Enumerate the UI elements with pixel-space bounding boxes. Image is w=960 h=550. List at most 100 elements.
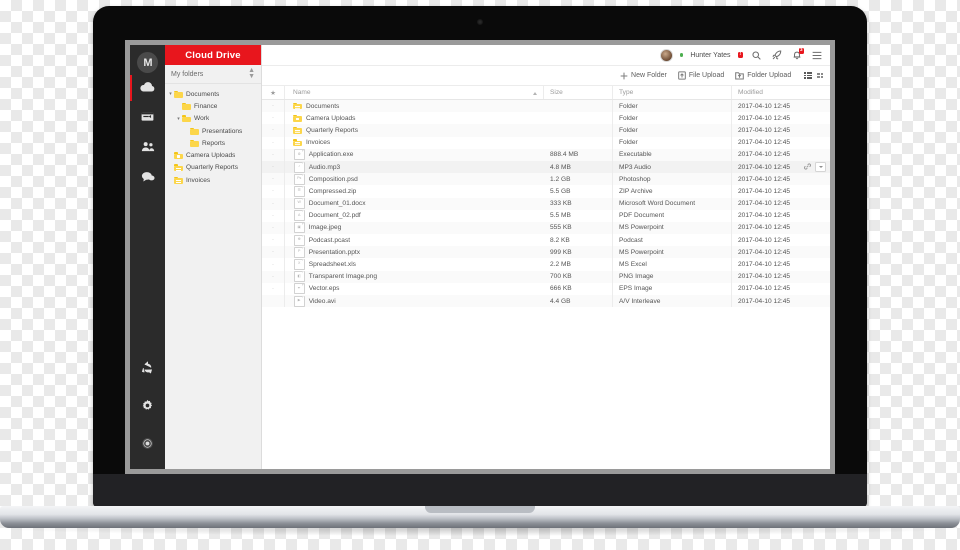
row-star-toggle[interactable]: · <box>262 173 285 186</box>
tree-caret-icon[interactable]: ▾ <box>167 91 174 97</box>
file-table: ★ Name Size Type Modified · Documents Fold… <box>262 85 830 469</box>
folder-icon <box>293 126 302 135</box>
row-name-cell[interactable]: Documents <box>285 102 550 111</box>
row-star-toggle[interactable]: · <box>262 112 285 125</box>
row-star-toggle[interactable]: · <box>262 124 285 137</box>
tree-item[interactable]: ▾ Work <box>165 113 261 125</box>
row-name-cell[interactable]: Invoices <box>285 138 550 147</box>
row-name-cell[interactable]: ◧ Transparent Image.png <box>285 271 550 283</box>
table-row[interactable]: · A Document_02.pdf 5.5 MB PDF Document 2017-… <box>262 209 830 222</box>
rail-item-cloud-drive[interactable] <box>130 73 165 103</box>
row-name-label: Video.avi <box>308 297 336 305</box>
row-star-toggle[interactable]: · <box>262 282 285 295</box>
row-name-cell[interactable]: ▣ Image.jpeg <box>285 222 550 234</box>
row-star-toggle[interactable]: · <box>262 148 285 161</box>
row-star-toggle[interactable]: · <box>262 136 285 149</box>
rail-item-account[interactable] <box>130 431 165 469</box>
column-size[interactable]: Size <box>543 86 612 99</box>
tree-item[interactable]: ▾Quarterly Reports <box>165 162 261 174</box>
rocket-icon[interactable] <box>770 49 783 62</box>
folder-upload-button[interactable]: Folder Upload <box>735 71 791 80</box>
tree-item[interactable]: ▾Finance <box>165 100 261 112</box>
file-upload-button[interactable]: File Upload <box>677 71 724 80</box>
row-star-toggle[interactable]: · <box>262 221 285 235</box>
table-row[interactable]: · ☸ Podcast.pcast 8.2 KB Podcast 2017-04-10 1… <box>262 234 830 247</box>
row-name-label: Invoices <box>306 139 331 147</box>
column-modified[interactable]: Modified <box>731 86 830 99</box>
tree-item[interactable]: ▾Invoices <box>165 174 261 186</box>
table-row[interactable]: · ◧ Transparent Image.png 700 KB PNG Image 20… <box>262 270 830 283</box>
row-name-cell[interactable]: ✒ Vector.eps <box>285 283 550 295</box>
table-row[interactable]: · X Spreadsheet.xls 2.2 MB MS Excel 2017-04-1… <box>262 258 830 271</box>
column-star[interactable]: ★ <box>262 86 285 99</box>
row-star-toggle[interactable] <box>262 295 285 308</box>
row-star-toggle[interactable]: · <box>262 100 285 113</box>
app-logo[interactable]: M <box>137 52 158 73</box>
new-folder-button[interactable]: New Folder <box>620 72 667 80</box>
row-name-label: Application.exe <box>308 151 354 159</box>
rail-item-inbox[interactable] <box>130 103 165 133</box>
table-row[interactable]: · Quarterly Reports Folder 2017-04-10 12:45 <box>262 124 830 137</box>
table-row[interactable]: · Ps Composition.psd 1.2 GB Photoshop 2017-04… <box>262 173 830 186</box>
table-row[interactable]: · ♪ Audio.mp3 4.8 MB MP3 Audio 2017-04-10 12:… <box>262 160 830 174</box>
column-type[interactable]: Type <box>612 86 731 99</box>
row-name-cell[interactable]: ☸ Podcast.pcast <box>285 234 550 246</box>
search-icon[interactable] <box>750 49 763 62</box>
row-name-cell[interactable]: X Spreadsheet.xls <box>285 259 550 271</box>
grid-view-toggle[interactable] <box>817 72 823 79</box>
row-name-cell[interactable]: W Document_01.docx <box>285 198 550 210</box>
row-name-cell[interactable]: A Document_02.pdf <box>285 210 550 222</box>
row-star-toggle[interactable]: · <box>262 270 285 283</box>
table-row[interactable]: ▶ Video.avi 4.4 GB A/V Interleave 2017-04-10… <box>262 295 830 308</box>
row-name-cell[interactable]: ▶ Video.avi <box>285 295 550 307</box>
rail-item-chat[interactable] <box>130 163 165 193</box>
table-row[interactable]: · Documents Folder 2017-04-10 12:45 <box>262 100 830 113</box>
rail-item-sync[interactable] <box>130 355 165 393</box>
row-name-cell[interactable]: Camera Uploads <box>285 114 550 123</box>
tree-item-label: Work <box>194 115 210 123</box>
contacts-icon <box>141 139 155 157</box>
row-star-toggle[interactable]: · <box>262 160 285 174</box>
user-alert-badge[interactable]: ! <box>737 52 743 59</box>
notification-badge: 3 <box>798 47 804 54</box>
table-row[interactable]: · Invoices Folder 2017-04-10 12:45 <box>262 136 830 149</box>
tree-item[interactable]: ▾Reports <box>165 137 261 149</box>
row-star-toggle[interactable]: · <box>262 197 285 210</box>
row-menu-button[interactable] <box>815 162 826 173</box>
rail-item-contacts[interactable] <box>130 133 165 163</box>
row-star-toggle[interactable]: · <box>262 185 285 198</box>
bell-icon[interactable]: 3 <box>790 47 804 62</box>
row-name-cell[interactable]: ♪ Audio.mp3 <box>285 161 550 173</box>
row-name-cell[interactable]: P Presentation.pptx <box>285 246 550 258</box>
row-star-toggle[interactable]: · <box>262 258 285 271</box>
link-icon[interactable] <box>803 162 812 172</box>
table-row[interactable]: · ☰ Compressed.zip 5.5 GB ZIP Archive 2017-04… <box>262 185 830 198</box>
table-row[interactable]: · ⚙ Application.exe 888.4 MB Executable 2017-… <box>262 148 830 161</box>
my-folders-header[interactable]: My folders ▲ ▼ <box>165 65 261 84</box>
tree-item[interactable]: ▾Presentations <box>165 125 261 137</box>
tree-item[interactable]: ▾Camera Uploads <box>165 149 261 161</box>
avatar[interactable] <box>659 48 673 62</box>
row-name-label: Transparent Image.png <box>308 273 377 281</box>
row-star-toggle[interactable]: · <box>262 209 285 222</box>
rail-item-settings[interactable] <box>130 393 165 431</box>
table-row[interactable]: · Camera Uploads Folder 2017-04-10 12:45 <box>262 112 830 125</box>
list-view-toggle[interactable] <box>804 72 813 79</box>
table-row[interactable]: · P Presentation.pptx 999 KB MS Powerpoint 20… <box>262 246 830 259</box>
column-name[interactable]: Name <box>285 89 543 96</box>
table-row[interactable]: · W Document_01.docx 333 KB Microsoft Word D… <box>262 197 830 210</box>
tree-item[interactable]: ▾ Documents <box>165 88 261 100</box>
table-row[interactable]: · ✒ Vector.eps 666 KB EPS Image 2017-04-10 12… <box>262 282 830 295</box>
row-name-cell[interactable]: ☰ Compressed.zip <box>285 185 550 197</box>
row-size: 5.5 MB <box>550 212 571 220</box>
tree-caret-icon[interactable]: ▾ <box>175 116 182 122</box>
row-name-cell[interactable]: Ps Composition.psd <box>285 173 550 185</box>
row-star-toggle[interactable]: · <box>262 246 285 259</box>
row-name-cell[interactable]: Quarterly Reports <box>285 126 550 135</box>
table-row[interactable]: · ▣ Image.jpeg 555 KB MS Powerpoint 2017-04-1… <box>262 221 830 235</box>
sort-handle-icon[interactable]: ▲ ▼ <box>248 67 255 80</box>
row-name-cell[interactable]: ⚙ Application.exe <box>285 149 550 161</box>
row-star-toggle[interactable]: · <box>262 234 285 247</box>
username-label[interactable]: Hunter Yates <box>690 52 730 59</box>
hamburger-icon[interactable] <box>810 49 823 62</box>
